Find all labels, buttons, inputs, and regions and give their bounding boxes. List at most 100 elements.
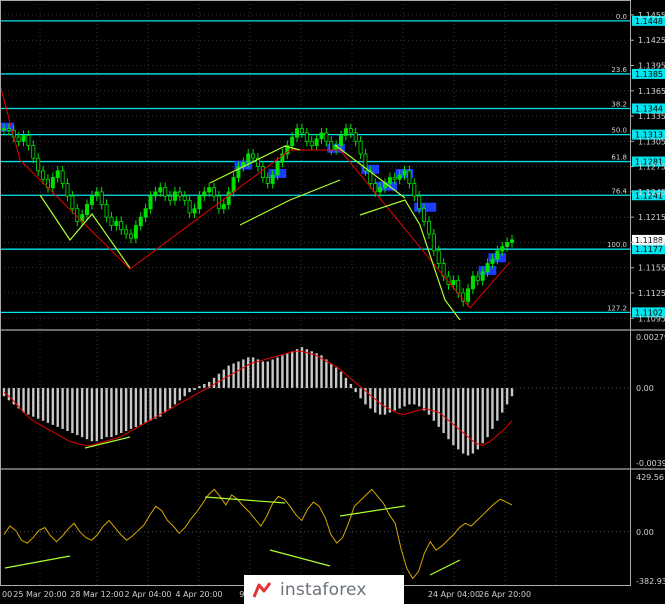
candle-body [392,177,397,180]
candle-body [21,135,26,142]
grid [0,0,630,586]
candle-body [387,177,392,184]
candle-body [221,204,226,210]
candle-body [128,233,133,239]
candle-body [104,204,109,218]
candle-body [192,208,197,214]
fib-level-label: 23.6 [611,66,627,74]
cci-panel [0,488,630,580]
osc-tick-label: -0.00391 [636,459,665,468]
candle-body [353,132,358,142]
candle-body [314,138,319,146]
cci-pattern-line [339,505,406,517]
price-tick-label: 1.1245 [638,188,665,197]
candle-body [89,195,94,205]
time-axis-label: 26 Apr 20:00 [479,590,531,599]
candle-body [212,187,217,197]
fib-level-label: 50.0 [611,127,627,135]
pattern-line [334,144,406,199]
time-axis-label: 24 Apr 04:00 [428,590,480,599]
price-tick-label: 1.1095 [638,314,665,323]
candle-body [324,132,329,142]
candle-body [485,263,490,273]
candle-body [319,132,324,140]
price-tick-label: 1.1275 [638,163,665,172]
fib-level-label: 61.8 [611,154,627,162]
watermark: instaforex [244,575,404,604]
candle-body [163,187,168,197]
pattern-line [39,194,131,269]
price-label-text: 1.1385 [635,70,663,79]
candle-body [480,271,485,281]
candle-body [339,135,344,146]
cci-line [3,488,513,580]
candle-body [490,258,495,264]
cci-tick-label: 0.00 [636,528,654,537]
fib-level-label: 76.4 [611,187,627,195]
osc-tick-label: 0.00 [636,384,654,393]
time-axis-label: 28 Mar 12:00 [70,590,123,599]
candle-body [138,216,143,226]
cci-pattern-line [4,555,71,569]
cci-tick-label: 429.56 [636,473,664,482]
candle-body [309,140,314,146]
pattern-line [359,199,461,321]
candle-body [290,136,295,146]
candle-body [329,140,334,151]
axes: 1.1455 1.1425 1.1395 1.1365 1.1335 1.1305 1.12… [0,0,665,599]
time-axis-label: 00 [2,590,12,599]
candle-body [348,128,353,134]
candle-body [226,191,231,205]
candle-body [124,229,129,235]
candle-body [2,128,7,131]
candle-body [94,191,99,197]
candle-body [99,191,104,205]
candle-body [436,250,441,264]
candle-body [31,145,36,159]
candle-body [456,279,461,294]
candle-body [275,161,280,176]
candle-body [119,220,124,231]
candle-body [182,195,187,201]
oscillator-panel [0,347,630,456]
candle-body [207,187,212,193]
candle-body [246,153,251,163]
candle-body [466,288,471,302]
price-tick-label: 1.1335 [638,112,665,121]
candle-body [426,220,431,235]
candle-body [397,174,402,180]
candle-body [153,191,158,197]
candle-body [295,128,300,138]
candle-body [6,128,11,131]
fib-level-label: 127.2 [607,304,627,312]
candle-body [495,250,500,260]
candle-body [50,177,55,189]
fib-level-label: 38.2 [611,100,627,108]
candle-body [417,195,422,210]
cci-pattern-line [269,549,331,567]
candle-body [109,216,114,226]
candle-body [470,275,475,290]
candle-body [500,246,505,252]
candle-body [299,128,304,134]
price-tick-label: 1.1425 [638,36,665,45]
candle-body [251,153,256,159]
time-axis-label: 25 Mar 20:00 [13,590,66,599]
instaforex-logo-icon [252,581,272,598]
candle-body [378,187,383,193]
candle-body [265,177,270,184]
candle-body [114,220,119,226]
candle-body [402,170,407,176]
candle-body [231,177,236,193]
zigzag-line [0,84,511,309]
candle-body [260,166,265,178]
candle-body [451,279,456,285]
cci-pattern-line [204,496,286,504]
candle-body [197,195,202,210]
candle-body [60,170,65,184]
price-tick-label: 1.1185 [638,238,665,247]
candle-body [202,191,207,197]
candle-body [55,170,60,178]
price-tick-label: 1.1125 [638,289,665,298]
trading-chart: 0.023.638.250.061.876.4100.0127.21.14481… [0,0,665,599]
